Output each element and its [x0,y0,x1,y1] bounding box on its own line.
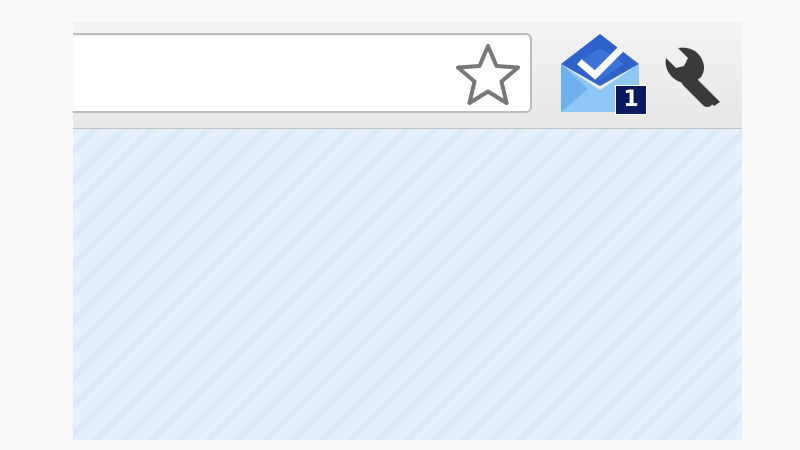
screen: 1 [0,0,800,450]
browser-window: 1 [73,22,742,440]
wrench-icon[interactable] [662,40,730,108]
unread-count-badge: 1 [616,86,646,114]
address-bar[interactable] [73,33,532,113]
page-content-area[interactable] [73,129,742,440]
browser-toolbar: 1 [73,22,742,129]
bookmark-star-icon[interactable] [454,41,522,109]
